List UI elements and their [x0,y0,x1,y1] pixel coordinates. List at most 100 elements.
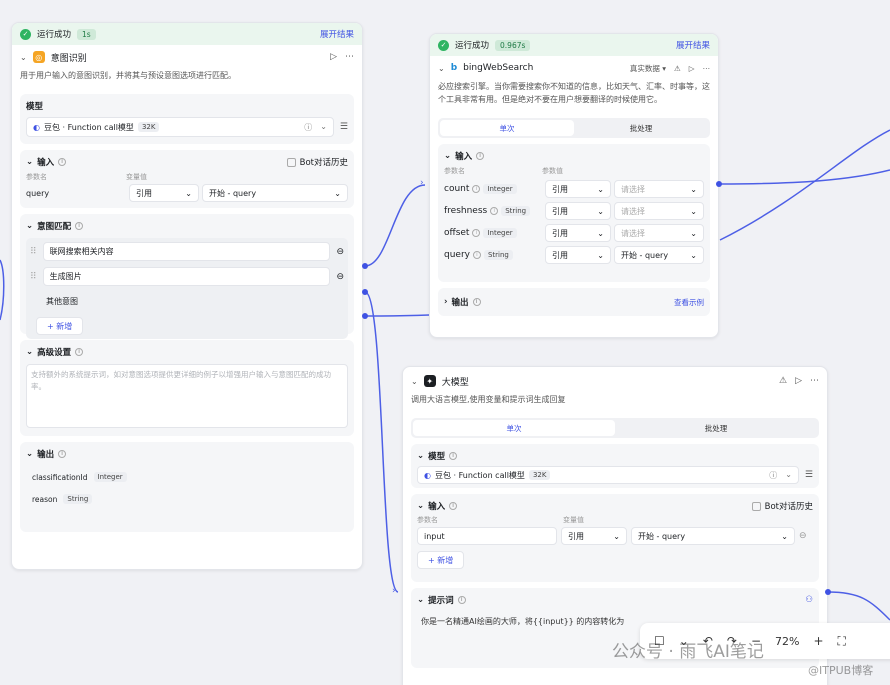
tab-single[interactable]: 单次 [440,120,574,136]
chevron-down-icon: ⌄ [690,228,697,238]
run-icon[interactable]: ▷ [330,52,337,62]
run-icon[interactable]: ▷ [689,64,695,73]
bot-history-checkbox[interactable] [286,157,296,167]
param-name-input[interactable]: input [417,527,557,545]
param-value-col: 参数值 [542,167,563,175]
chevron-down-icon: ⌄ [597,228,604,238]
status-text: 运行成功 [37,30,72,40]
ref-select[interactable]: 引用 ⌄ [129,184,199,202]
port-dot[interactable] [825,589,831,595]
debug-icon[interactable]: ⚠ [674,64,681,73]
intent-node[interactable]: ✓ 运行成功 1s 展开结果 ⌄ ◎ 意图识别 ▷ ⋯ 用于用户输入的意图识别，… [11,22,363,570]
more-icon[interactable]: ⋯ [345,52,354,62]
remove-icon[interactable]: ⊖ [336,247,344,257]
collapse-chevron-icon[interactable]: ⌄ [411,377,418,386]
tab-batch[interactable]: 批处理 [615,420,817,436]
port-dot[interactable] [362,313,368,319]
port-dot[interactable] [716,181,722,187]
intent-option[interactable]: 生成图片 [42,267,331,286]
value-select[interactable]: 请选择 ⌄ [614,180,704,198]
collapse-chevron-icon[interactable]: › [444,297,448,307]
port-dot[interactable] [362,289,368,295]
chevron-down-icon: ⌄ [597,250,604,260]
var-value-col: 变量值 [563,516,584,524]
param-name: query [26,188,50,198]
collapse-chevron-icon[interactable]: ⌄ [417,595,424,605]
node-header: ⌄ ✦ 大模型 ⚠ ▷ ⋯ [403,369,827,393]
tab-single[interactable]: 单次 [413,420,615,436]
info-icon: i [58,158,67,166]
intent-option[interactable]: 联网搜索相关内容 [42,242,331,261]
model-settings-icon[interactable]: ☰ [340,122,348,132]
remove-icon[interactable]: ⊖ [799,531,813,541]
expand-results-link[interactable]: 展开结果 [676,39,710,51]
info-icon: i [449,502,458,510]
zoom-in-icon[interactable]: + [813,634,823,648]
model-select[interactable]: ◐ 豆包 · Function call模型 32K ⓘ ⌄ [26,117,334,137]
collapse-chevron-icon[interactable]: ⌄ [26,221,33,231]
ref-select[interactable]: 引用 ⌄ [545,202,611,220]
bot-history-checkbox[interactable] [751,501,761,511]
port-dot[interactable] [362,263,368,269]
collapse-chevron-icon[interactable]: ⌄ [26,449,33,459]
model-select[interactable]: ◐ 豆包 · Function call模型 32K ⓘ ⌄ [417,466,799,484]
add-input-button[interactable]: + 新增 [417,551,465,569]
node-header: ⌄ b bingWebSearch 真实数据 ▾ ⚠ ▷ ⋯ [430,56,718,80]
chevron-down-icon: ⌄ [690,250,697,260]
collapse-chevron-icon[interactable]: ⌄ [417,451,424,461]
var-value-select[interactable]: 开始 - query ⌄ [202,184,348,202]
collapse-chevron-icon[interactable]: ⌄ [20,53,27,62]
ref-select[interactable]: 引用 ⌄ [561,527,627,545]
var-value-select[interactable]: 开始 - query ⌄ [631,527,795,545]
advanced-prompt-textarea[interactable]: 支持额外的系统提示词，如对意图选项提供更详细的例子以增强用户输入与意图匹配的成功… [26,364,348,428]
tab-batch[interactable]: 批处理 [574,120,708,136]
param-row: count i Integer 引用 ⌄ 请选择 ⌄ [444,180,704,198]
model-context-tag: 32K [137,122,160,132]
more-icon[interactable]: ⋯ [810,376,819,386]
collapse-chevron-icon[interactable]: ⌄ [444,151,451,161]
doubao-logo-icon: ◐ [424,470,431,480]
ref-select[interactable]: 引用 ⌄ [545,246,611,264]
collapse-chevron-icon[interactable]: ⌄ [26,347,33,357]
remove-icon[interactable]: ⊖ [336,272,344,282]
drag-handle-icon[interactable]: ⠿ [30,247,37,257]
info-icon: i [449,452,458,460]
info-icon: i [472,229,481,237]
ref-select[interactable]: 引用 ⌄ [545,224,611,242]
add-intent-button[interactable]: + 新增 [36,317,84,335]
info-icon: i [457,596,466,604]
value-select[interactable]: 请选择 ⌄ [614,202,704,220]
bing-search-node[interactable]: ✓ 运行成功 0.967s 展开结果 ⌄ b bingWebSearch 真实数… [429,33,719,338]
expand-results-link[interactable]: 展开结果 [320,28,354,40]
success-check-icon: ✓ [438,39,449,51]
zoom-level[interactable]: 72% [775,635,799,648]
param-row: query i String 引用 ⌄ 开始 - query ⌄ [444,246,704,264]
collapse-chevron-icon[interactable]: ⌄ [26,157,33,167]
fit-view-icon[interactable]: ⛶ [838,634,846,649]
drag-handle-icon[interactable]: ⠿ [30,272,37,282]
debug-icon[interactable]: ⚠ [779,376,787,386]
info-icon: i [472,298,481,306]
output-type: Integer [93,472,127,482]
realtime-data-dropdown[interactable]: 真实数据 ▾ [630,63,666,74]
info-icon: i [472,251,481,259]
more-icon[interactable]: ⋯ [703,64,711,73]
ref-select[interactable]: 引用 ⌄ [545,180,611,198]
info-icon[interactable]: ⓘ [304,122,312,133]
view-example-link[interactable]: 查看示例 [674,297,704,308]
output-name: classificationId [32,472,88,482]
run-icon[interactable]: ▷ [795,376,802,386]
value-select[interactable]: 请选择 ⌄ [614,224,704,242]
input-arrow-icon: › [420,178,424,188]
model-settings-icon[interactable]: ☰ [805,470,813,480]
value-select[interactable]: 开始 - query ⌄ [614,246,704,264]
collapse-chevron-icon[interactable]: ⌄ [438,64,445,73]
success-check-icon: ✓ [20,28,31,40]
var-value-col: 变量值 [126,173,147,181]
model-name: 豆包 · Function call模型 [434,470,525,480]
info-icon: i [75,222,84,230]
prompt-library-icon[interactable]: ⚇ [805,595,813,605]
collapse-chevron-icon[interactable]: ⌄ [417,501,424,511]
info-icon[interactable]: ⓘ [769,470,777,481]
intent-match-label: 意图匹配 [37,222,72,232]
